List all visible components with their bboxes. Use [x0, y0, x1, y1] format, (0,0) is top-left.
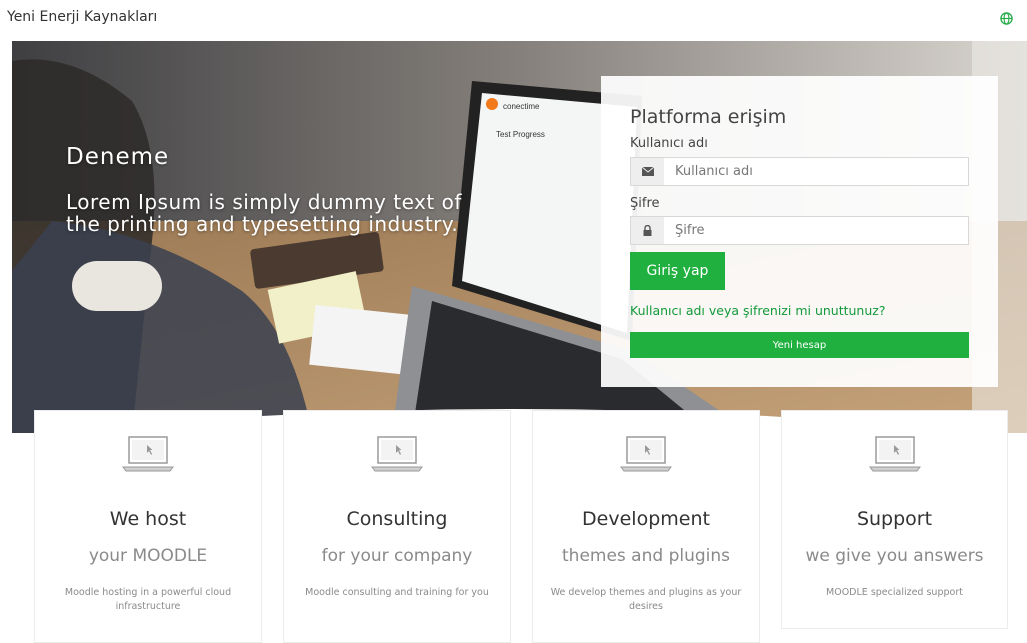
hero-banner: conectime Test Progress Deneme Lorem Ips… [12, 41, 1027, 433]
feature-card-development: Development themes and plugins We develo… [532, 410, 760, 643]
laptop-icon [122, 436, 174, 472]
password-input-group [630, 216, 969, 245]
card-description: MOODLE specialized support [826, 587, 963, 598]
card-description: Moodle hosting in a powerful cloud infra… [64, 587, 232, 612]
laptop-icon [620, 436, 672, 472]
feature-card-consulting: Consulting for your company Moodle consu… [283, 410, 511, 643]
screen-brand-text: conectime [503, 102, 540, 111]
envelope-icon [631, 158, 664, 185]
new-account-button[interactable]: Yeni hesap [630, 332, 969, 358]
username-label: Kullanıcı adı [630, 136, 708, 151]
card-title: Development [582, 508, 710, 530]
lock-icon [631, 217, 664, 244]
feature-card-support: Support we give you answers MOODLE speci… [781, 410, 1008, 629]
username-input-group [630, 157, 969, 186]
feature-card-hosting: We host your MOODLE Moodle hosting in a … [34, 410, 262, 643]
site-title-link[interactable]: Yeni Enerji Kaynakları [7, 9, 157, 25]
laptop-icon [371, 436, 423, 472]
globe-icon[interactable] [1000, 12, 1013, 25]
card-subtitle: themes and plugins [562, 546, 730, 566]
card-title: Support [856, 508, 933, 530]
password-input[interactable] [664, 217, 968, 244]
card-title: Consulting [346, 508, 448, 530]
card-subtitle: for your company [321, 546, 473, 566]
password-label: Şifre [630, 196, 660, 211]
card-subtitle: we give you answers [805, 546, 984, 566]
laptop-icon [868, 436, 921, 472]
card-subtitle: your MOODLE [88, 546, 208, 566]
top-navbar: Yeni Enerji Kaynakları [0, 0, 1027, 40]
card-title: We host [109, 508, 187, 530]
screen-title-text: Test Progress [496, 130, 545, 139]
forgot-password-link[interactable]: Kullanıcı adı veya şifrenizi mi unuttunu… [630, 303, 885, 318]
hero-heading: Deneme [66, 144, 170, 170]
card-description: Moodle consulting and training for you [305, 587, 489, 598]
hero-lead-text: Lorem Ipsum is simply dummy text of the … [66, 190, 462, 236]
login-title: Platforma erişim [630, 106, 787, 128]
username-input[interactable] [664, 158, 968, 185]
login-button[interactable]: Giriş yap [630, 252, 725, 290]
login-panel: Platforma erişim Kullanıcı adı Şifre Gir… [601, 76, 998, 387]
card-description: We develop themes and plugins as your de… [550, 587, 742, 612]
